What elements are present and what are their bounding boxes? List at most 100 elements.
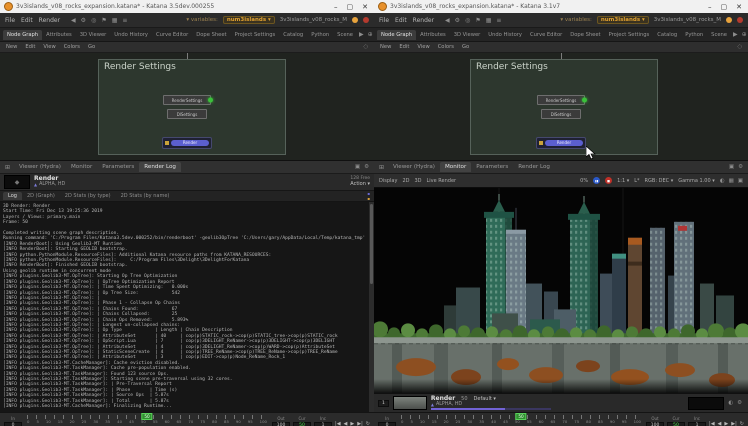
node-graph-menu-item[interactable]: View [417,44,429,50]
view-flag-icon[interactable] [208,98,213,103]
node-graph-menu-item[interactable]: Go [88,44,95,50]
node-graph-menu-item[interactable]: New [6,44,17,50]
node-render[interactable]: Render [162,137,212,149]
pane-gear-icon[interactable]: ⚙ [738,164,743,170]
compare-icon[interactable]: ◐ [720,178,725,184]
menu-item[interactable]: Render [39,17,60,24]
menu-item[interactable]: Edit [395,17,407,24]
titlebar-left[interactable]: 3v3islands_v08_rocks_expansion.katana* -… [0,0,374,13]
node-graph-menu-item[interactable]: View [43,44,55,50]
view-flag-icon[interactable] [582,98,587,103]
pane-tab[interactable]: Viewer (Hydra) [14,162,66,172]
pane-menu-icon[interactable]: ⊞ [377,164,386,171]
log-tab[interactable]: 2D (Graph) [22,192,60,200]
cur-frame-field[interactable]: Cur 50 [293,417,311,426]
scene-filename-tab[interactable]: 3v3islands_v08_rocks_M [280,17,347,23]
play-button[interactable]: ▶ [724,421,728,426]
compare-icon[interactable]: ◐ [728,400,733,406]
gear-icon[interactable]: ⚙ [81,17,86,24]
action-dropdown[interactable]: Action ▾ [350,182,370,187]
zoom-level-dropdown[interactable]: 1:1 ▾ [617,178,629,184]
node-graph-menu-item[interactable]: Edit [25,44,35,50]
pane-swatch-icon[interactable]: ▣ [355,164,360,170]
cur-value[interactable]: 50 [293,422,311,426]
prev-frame-button[interactable]: ◀ [718,421,722,426]
frame-ruler[interactable]: 0510152025303540455055606570758085909510… [399,411,643,426]
log-tab[interactable]: Log [3,192,22,200]
step-first-button[interactable]: |◀ [709,421,715,426]
main-tab[interactable]: Dope Sheet [566,30,604,40]
list-icon[interactable]: ≡ [122,17,127,24]
node-graph-menu-item[interactable]: Go [462,44,469,50]
display-dropdown[interactable]: Display [379,178,397,184]
view-3d-button[interactable]: 3D [414,178,421,184]
gamma-dropdown[interactable]: Gamma 1.00 ▾ [678,178,715,184]
menu-item[interactable]: Edit [21,17,33,24]
live-render-button[interactable]: Live Render [427,178,457,184]
grid-icon[interactable]: ▦ [486,17,492,24]
out-frame-field[interactable]: Out 100 [646,417,664,426]
prev-frame-button[interactable]: ◀ [344,421,348,426]
step-first-button[interactable]: |◀ [335,421,341,426]
main-tab[interactable]: Project Settings [231,30,280,40]
view-2d-button[interactable]: 2D [402,178,409,184]
pane-tab[interactable]: Render Log [139,162,181,172]
menu-item[interactable]: File [5,17,15,24]
pane-tab[interactable]: Monitor [440,162,471,172]
add-tab-icon[interactable]: ⊕ [366,31,374,38]
menu-item[interactable]: File [379,17,389,24]
play-button[interactable]: ▶ [350,421,354,426]
colorspace-dropdown[interactable]: RGB: DEC ▾ [645,178,674,184]
pane-gear-icon[interactable]: ⚙ [364,164,369,170]
inc-frame-field[interactable]: Inc 1 [688,417,706,426]
node-graph-menu-item[interactable]: Colors [64,44,80,50]
maximize-button[interactable]: ▢ [347,3,354,11]
main-tab[interactable]: 3D Viewer [450,30,485,40]
main-tab[interactable]: Undo History [484,30,526,40]
cur-value[interactable]: 50 [667,422,685,426]
inc-value[interactable]: 1 [688,422,706,426]
stop-render-button[interactable]: ■ [605,177,612,184]
in-value[interactable]: 0 [4,422,22,426]
main-tab[interactable]: Catalog [279,30,307,40]
node-graph-menu-item[interactable]: Colors [438,44,454,50]
menu-item[interactable]: Render [413,17,434,24]
list-icon[interactable]: ≡ [496,17,501,24]
in-frame-field[interactable]: In 0 [4,417,22,426]
in-value[interactable]: 0 [378,422,396,426]
main-tab[interactable]: Dope Sheet [192,30,230,40]
node-graph-canvas[interactable]: Render Settings RenderSettings DlSetting… [374,53,748,160]
grid-overlay-icon[interactable]: ▦ [729,178,734,184]
main-tab[interactable]: Scene [707,30,731,40]
back-icon[interactable]: ◀ [71,17,76,24]
step-last-button[interactable]: ▶| [731,421,737,426]
current-frame-marker[interactable]: 50 [515,413,526,420]
node-dlsettings[interactable]: DlSettings [167,109,207,119]
log-tab[interactable]: 2D Stats (by name) [116,192,175,200]
catalog-thumbnail[interactable] [393,396,427,410]
loop-button[interactable]: ↻ [740,421,744,426]
flag-icon[interactable]: ⚑ [101,17,106,24]
pane-tab[interactable]: Parameters [471,162,513,172]
node-rendersettings[interactable]: RenderSettings [537,95,585,105]
main-tab[interactable]: Curve Editor [526,30,566,40]
flag-icon[interactable]: ⚑ [475,17,480,24]
main-tab[interactable]: Scene [333,30,357,40]
main-tab[interactable]: Node Graph [377,30,416,40]
node-rendersettings[interactable]: RenderSettings [163,95,211,105]
minimize-button[interactable]: – [334,3,338,11]
frame-ruler[interactable]: 0510152025303540455055606570758085909510… [25,411,269,426]
more-tabs-icon[interactable]: ▶ [731,31,740,38]
inc-frame-field[interactable]: Inc 1 [314,417,332,426]
main-tab[interactable]: Curve Editor [152,30,192,40]
node-graph-menu-item[interactable]: New [380,44,391,50]
add-tab-icon[interactable]: ⊕ [740,31,748,38]
main-tab[interactable]: Node Graph [3,30,42,40]
swatch-icon[interactable]: ▣ [738,178,743,184]
pane-swatch-icon[interactable]: ▣ [729,164,734,170]
node-graph-menu-item[interactable]: Edit [399,44,409,50]
target-icon[interactable]: ◎ [91,17,96,24]
lstar-button[interactable]: L* [634,178,639,184]
variables-dropdown[interactable]: num3islands ▾ [223,16,275,24]
pane-tab[interactable]: Render Log [513,162,555,172]
